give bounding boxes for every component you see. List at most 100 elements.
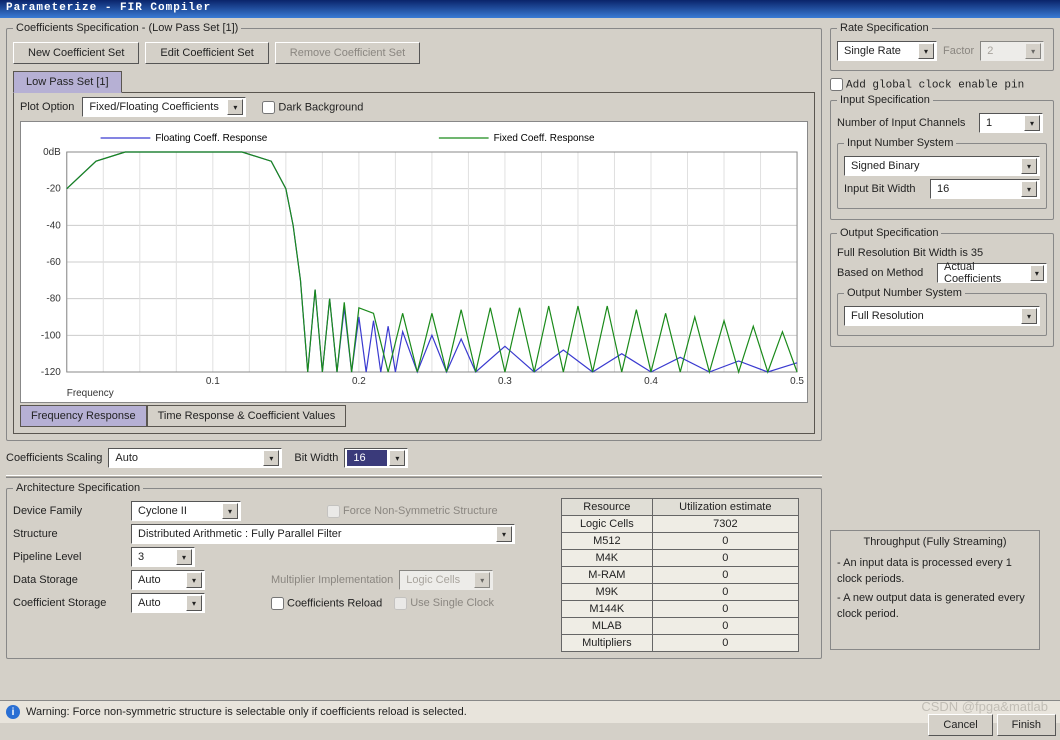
full-resolution-text: Full Resolution Bit Width is 35 — [837, 247, 1047, 259]
chevron-down-icon[interactable] — [1021, 308, 1037, 324]
coefficients-spec-group: Coefficients Specification - (Low Pass S… — [6, 22, 822, 441]
output-number-system-select[interactable]: Full Resolution — [844, 306, 1040, 326]
chevron-down-icon — [474, 572, 490, 588]
throughput-line2: - A new output data is generated every c… — [837, 591, 1033, 622]
architecture-spec-title: Architecture Specification — [13, 482, 143, 494]
coefficients-scaling-select[interactable]: Auto — [108, 448, 282, 468]
input-bit-width-select[interactable]: 16 — [930, 179, 1040, 199]
input-number-system-title: Input Number System — [844, 137, 956, 149]
chevron-down-icon[interactable] — [176, 549, 192, 565]
info-icon: i — [6, 705, 20, 719]
svg-text:Frequency: Frequency — [67, 388, 114, 399]
structure-label: Structure — [13, 528, 125, 540]
frequency-response-chart: 0dB-20-40-60-80-100-1200.10.20.30.40.5Fr… — [20, 121, 808, 403]
structure-select[interactable]: Distributed Arithmetic : Fully Parallel … — [131, 524, 515, 544]
table-row: Logic Cells7302 — [562, 516, 799, 533]
chevron-down-icon[interactable] — [227, 99, 243, 115]
chevron-down-icon[interactable] — [389, 450, 405, 466]
remove-coefficient-set-button: Remove Coefficient Set — [275, 42, 420, 64]
throughput-title: Throughput (Fully Streaming) — [837, 535, 1033, 550]
tab-time-response[interactable]: Time Response & Coefficient Values — [147, 405, 347, 427]
svg-text:-100: -100 — [41, 330, 61, 341]
factor-label: Factor — [943, 45, 974, 57]
coefficients-reload-checkbox[interactable]: Coefficients Reload — [271, 597, 382, 610]
input-channels-select[interactable]: 1 — [979, 113, 1043, 133]
output-number-system-title: Output Number System — [844, 287, 965, 299]
rate-specification-group: Rate Specification Single Rate Factor 2 — [830, 22, 1054, 71]
utilization-col-estimate: Utilization estimate — [652, 499, 798, 516]
cancel-button[interactable]: Cancel — [928, 714, 992, 736]
bit-width-label: Bit Width — [294, 452, 338, 464]
table-row: Multipliers0 — [562, 635, 799, 652]
window-title: Parameterize - FIR Compiler — [0, 0, 1060, 18]
data-storage-select[interactable]: Auto — [131, 570, 205, 590]
table-row: M144K0 — [562, 601, 799, 618]
chevron-down-icon[interactable] — [222, 503, 238, 519]
chevron-down-icon[interactable] — [1021, 158, 1037, 174]
edit-coefficient-set-button[interactable]: Edit Coefficient Set — [145, 42, 268, 64]
output-specification-group: Output Specification Full Resolution Bit… — [830, 227, 1054, 347]
svg-text:0.3: 0.3 — [498, 376, 512, 387]
svg-text:-40: -40 — [46, 220, 61, 231]
chevron-down-icon[interactable] — [1021, 181, 1037, 197]
architecture-spec-group: Architecture Specification Device Family… — [6, 482, 822, 659]
svg-text:-80: -80 — [46, 294, 61, 305]
table-row: M9K0 — [562, 584, 799, 601]
coefficient-storage-label: Coefficient Storage — [13, 597, 125, 609]
utilization-col-resource: Resource — [562, 499, 653, 516]
bit-width-select[interactable]: 16 — [344, 448, 408, 468]
chevron-down-icon[interactable] — [1030, 265, 1044, 281]
splitter[interactable] — [6, 475, 822, 478]
chevron-down-icon[interactable] — [263, 450, 279, 466]
coefficients-spec-title: Coefficients Specification - (Low Pass S… — [13, 22, 241, 34]
coefficient-storage-select[interactable]: Auto — [131, 593, 205, 613]
chevron-down-icon[interactable] — [186, 572, 202, 588]
dark-background-checkbox[interactable]: Dark Background — [262, 101, 363, 114]
svg-text:-20: -20 — [46, 184, 61, 195]
chevron-down-icon[interactable] — [1024, 115, 1040, 131]
table-row: MLAB0 — [562, 618, 799, 635]
chevron-down-icon[interactable] — [186, 595, 202, 611]
tab-frequency-response[interactable]: Frequency Response — [20, 405, 147, 427]
output-specification-title: Output Specification — [837, 227, 941, 239]
chevron-down-icon[interactable] — [918, 43, 934, 59]
device-family-label: Device Family — [13, 505, 125, 517]
pipeline-level-select[interactable]: 3 — [131, 547, 195, 567]
finish-button[interactable]: Finish — [997, 714, 1056, 736]
table-row: M5120 — [562, 533, 799, 550]
svg-text:Fixed Coeff. Response: Fixed Coeff. Response — [494, 133, 595, 144]
warning-text: Warning: Force non-symmetric structure i… — [26, 706, 467, 718]
input-number-system-group: Input Number System Signed Binary Input … — [837, 137, 1047, 209]
based-on-method-label: Based on Method — [837, 267, 931, 279]
add-global-clock-checkbox[interactable]: Add global clock enable pin — [830, 78, 1054, 91]
plot-panel: Plot Option Fixed/Floating Coefficients … — [13, 92, 815, 434]
table-row: M-RAM0 — [562, 567, 799, 584]
input-bit-width-label: Input Bit Width — [844, 183, 924, 195]
throughput-line1: - An input data is processed every 1 clo… — [837, 556, 1033, 587]
svg-text:0.1: 0.1 — [206, 376, 220, 387]
input-specification-title: Input Specification — [837, 94, 933, 106]
rate-select[interactable]: Single Rate — [837, 41, 937, 61]
tab-low-pass-set[interactable]: Low Pass Set [1] — [13, 71, 122, 93]
force-nonsym-checkbox: Force Non-Symmetric Structure — [327, 505, 498, 518]
based-on-method-select[interactable]: Actual Coefficients — [937, 263, 1047, 283]
coefficients-scaling-label: Coefficients Scaling — [6, 452, 102, 464]
use-single-clock-checkbox: Use Single Clock — [394, 597, 494, 610]
data-storage-label: Data Storage — [13, 574, 125, 586]
input-specification-group: Input Specification Number of Input Chan… — [830, 94, 1054, 220]
factor-select: 2 — [980, 41, 1044, 61]
svg-text:-60: -60 — [46, 257, 61, 268]
svg-text:0.4: 0.4 — [644, 376, 658, 387]
output-number-system-group: Output Number System Full Resolution — [837, 287, 1047, 336]
device-family-select[interactable]: Cyclone II — [131, 501, 241, 521]
input-channels-label: Number of Input Channels — [837, 117, 973, 129]
plot-option-select[interactable]: Fixed/Floating Coefficients — [82, 97, 246, 117]
svg-text:0.5: 0.5 — [790, 376, 804, 387]
multiplier-implementation-label: Multiplier Implementation — [271, 574, 393, 586]
chevron-down-icon[interactable] — [496, 526, 512, 542]
input-number-system-select[interactable]: Signed Binary — [844, 156, 1040, 176]
warning-bar: i Warning: Force non-symmetric structure… — [0, 700, 1060, 723]
new-coefficient-set-button[interactable]: New Coefficient Set — [13, 42, 139, 64]
throughput-panel: Throughput (Fully Streaming) - An input … — [830, 530, 1040, 650]
svg-text:0dB: 0dB — [43, 147, 61, 158]
